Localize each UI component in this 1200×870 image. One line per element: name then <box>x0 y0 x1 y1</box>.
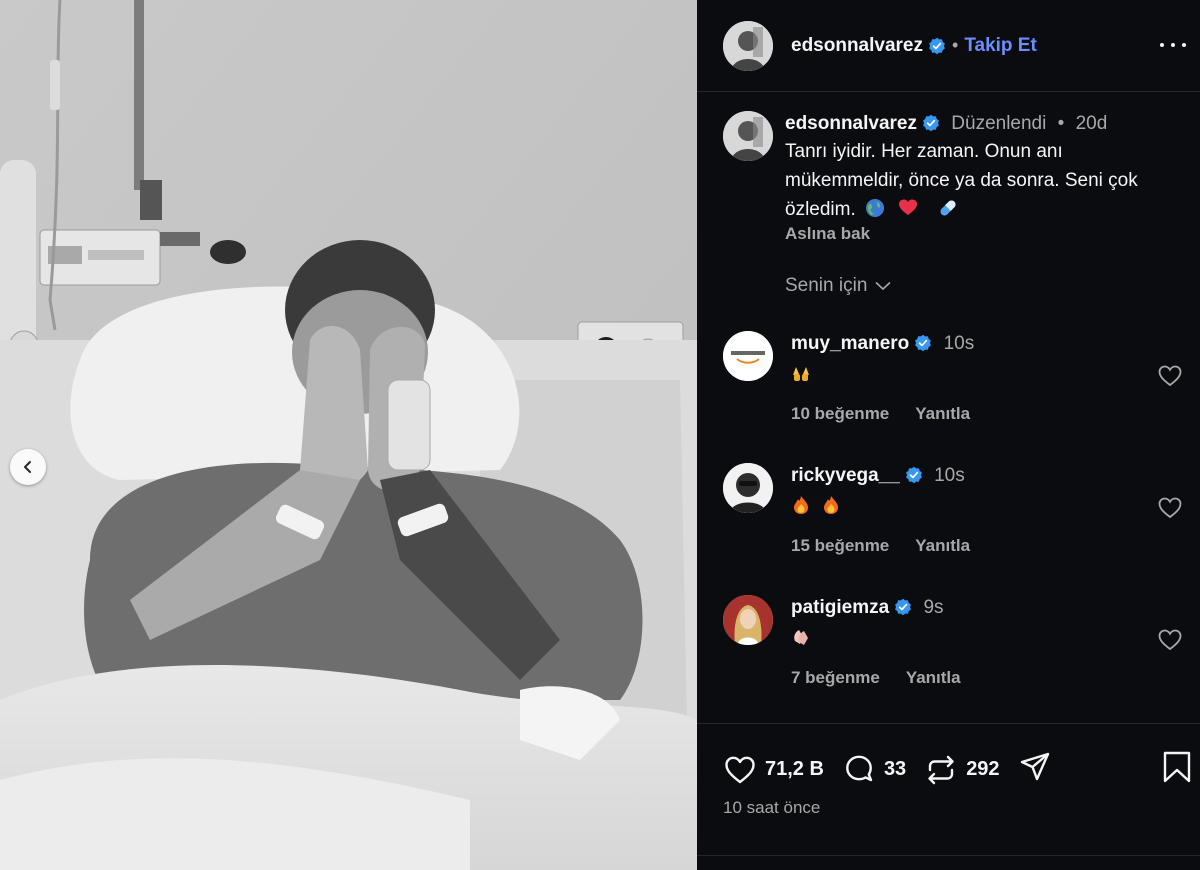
repost-button[interactable]: 292 <box>924 753 1000 787</box>
verified-badge-icon <box>915 334 932 352</box>
comment-likes-count[interactable]: 7 beğenme <box>791 668 880 688</box>
heart-icon <box>1158 497 1182 519</box>
comment-likes-count[interactable]: 10 beğenme <box>791 404 889 424</box>
bookmark-icon <box>1163 751 1191 783</box>
see-translation-link[interactable]: Aslına bak <box>785 224 1185 244</box>
comment-like-button[interactable] <box>1157 363 1183 389</box>
chevron-left-icon <box>24 461 31 473</box>
carousel-previous-button[interactable] <box>10 449 46 485</box>
reply-button[interactable]: Yanıtla <box>915 404 970 424</box>
follow-button[interactable]: Takip Et <box>964 35 1037 57</box>
red-heart-emoji-icon <box>899 199 918 215</box>
commenter-avatar[interactable] <box>723 595 773 645</box>
author-username[interactable]: edsonnalvarez <box>791 35 923 57</box>
comment-item: patigiemza 9s 7 beğenme Yanıtla <box>723 595 1183 705</box>
comment-like-button[interactable] <box>1157 627 1183 653</box>
reposts-count: 292 <box>966 758 1000 780</box>
comment-time: 10s <box>934 465 965 486</box>
comments-count: 33 <box>883 758 907 780</box>
comments-scroll-area[interactable]: edsonnalvarez Düzenlendi • 20d Tanrı iyi… <box>697 93 1200 723</box>
comment-button[interactable]: 33 <box>842 753 906 787</box>
hospital-photo <box>0 0 697 870</box>
commenter-username[interactable]: muy_manero <box>791 333 909 354</box>
share-button[interactable] <box>1018 750 1052 789</box>
posted-time: 10 saat önce <box>723 798 821 817</box>
verified-badge-icon <box>929 37 945 54</box>
comment-time: 9s <box>923 597 944 618</box>
commenter-avatar[interactable] <box>723 331 773 381</box>
reply-button[interactable]: Yanıtla <box>906 668 961 688</box>
caption-author-avatar[interactable] <box>723 111 773 161</box>
verified-badge-icon <box>895 598 912 616</box>
repost-icon <box>928 755 954 784</box>
pill-emoji-icon <box>940 200 956 216</box>
action-bar: 71,2 B 33 292 <box>723 750 1052 789</box>
footer-divider <box>697 855 1200 856</box>
post-header: edsonnalvarez • Takip Et <box>697 0 1200 92</box>
commenter-avatar[interactable] <box>723 463 773 513</box>
header-separator: • <box>952 35 959 55</box>
fire-emoji-icon <box>794 496 808 514</box>
comment-sort-dropdown[interactable]: Senin için <box>785 275 891 297</box>
like-button[interactable]: 71,2 B <box>723 753 824 787</box>
verified-badge-icon <box>905 466 922 484</box>
edited-label: Düzenlendi <box>951 113 1047 134</box>
heart-icon <box>1158 629 1182 651</box>
save-button[interactable] <box>1162 750 1192 789</box>
chevron-down-icon <box>875 281 891 291</box>
comment-like-button[interactable] <box>1157 495 1183 521</box>
heart-icon <box>1158 365 1182 387</box>
reply-button[interactable]: Yanıtla <box>915 536 970 556</box>
globe-emoji-icon <box>866 199 885 217</box>
likes-count[interactable]: 71,2 B <box>765 758 824 781</box>
post-details-panel: edsonnalvarez • Takip Et edsonnalvarez D… <box>697 0 1200 870</box>
post-footer: 71,2 B 33 292 10 saat önce <box>697 723 1200 870</box>
commenter-username[interactable]: patigiemza <box>791 597 889 618</box>
comment-item: muy_manero 10s 10 beğenme Yanıtla <box>723 331 1183 441</box>
caption-age: 20d <box>1075 113 1108 134</box>
comment-likes-count[interactable]: 15 beğenme <box>791 536 889 556</box>
comment-item: rickyvega__ 10s 15 beğenme Yanıtla <box>723 463 1183 573</box>
heart-icon <box>725 756 755 783</box>
post-media <box>0 0 697 870</box>
send-icon <box>1020 752 1049 781</box>
commenter-username[interactable]: rickyvega__ <box>791 465 900 486</box>
comment-bubble-icon <box>846 755 873 781</box>
raising-hands-emoji-icon <box>793 367 809 381</box>
verified-badge-icon <box>923 114 939 132</box>
caption-text: Tanrı iyidir. Her zaman. Onun anı mükemm… <box>785 141 1138 220</box>
clapping-hands-emoji-icon <box>794 630 808 645</box>
caption-separator: • <box>1057 113 1065 134</box>
more-options-icon[interactable] <box>1160 32 1186 58</box>
fire-emoji-icon <box>824 496 838 514</box>
caption-author-username[interactable]: edsonnalvarez <box>785 113 917 134</box>
comment-time: 10s <box>943 333 975 354</box>
author-avatar[interactable] <box>723 20 773 71</box>
comment-sort-label: Senin için <box>785 275 868 296</box>
